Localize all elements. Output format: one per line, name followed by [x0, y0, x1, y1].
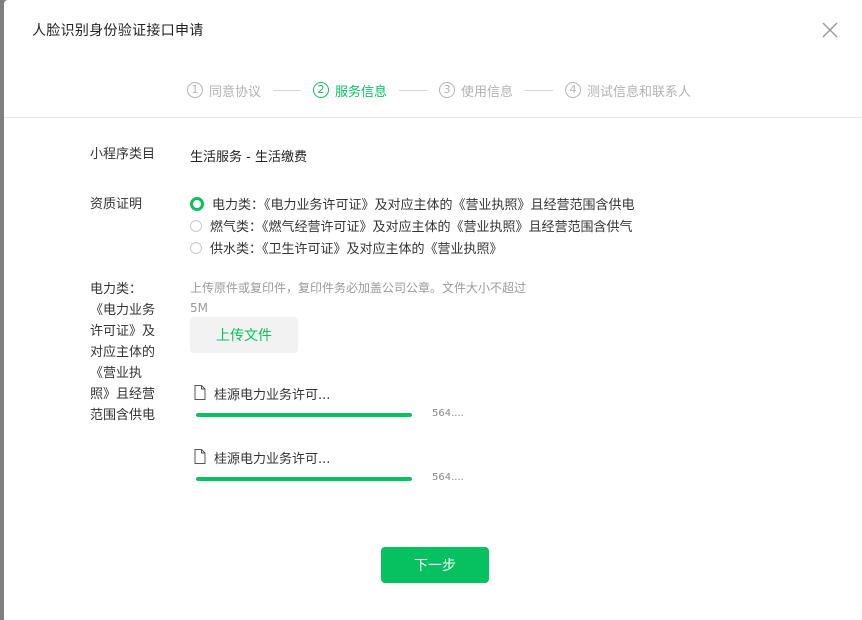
- step-number: 2: [313, 82, 330, 98]
- uploaded-file-item: 桂源电力业务许可... 564....: [190, 448, 490, 508]
- file-icon: [194, 385, 206, 400]
- step-label: 服务信息: [335, 84, 388, 100]
- category-value: 生活服务 - 生活缴费: [190, 150, 307, 165]
- step-connector: [399, 89, 428, 91]
- file-size: 564....: [432, 408, 464, 419]
- step-test-contact: 4 测试信息和联系人: [565, 81, 691, 100]
- upload-label-line: 《电力业务: [90, 303, 156, 318]
- upload-progress-fill: [196, 413, 412, 417]
- dialog: 人脸识别身份验证接口申请 1 同意协议 2 服务信息 3 使用信息 4 测试信息…: [4, 0, 862, 620]
- step-number: 1: [187, 82, 203, 98]
- step-number: 4: [565, 82, 582, 98]
- radio-label: 燃气类：《燃气经营许可证》及对应主体的《营业执照》且经营范围含供气: [210, 220, 633, 235]
- qualification-label: 资质证明: [90, 197, 143, 212]
- upload-label-line: 《营业执: [90, 366, 143, 381]
- close-icon: [822, 22, 838, 38]
- dialog-title: 人脸识别身份验证接口申请: [32, 23, 204, 39]
- step-label: 测试信息和联系人: [587, 84, 692, 100]
- upload-label-line: 电力类：: [90, 282, 143, 297]
- radio-option-electric[interactable]: 电力类：《电力业务许可证》及对应主体的《营业执照》且经营范围含供电: [190, 194, 635, 213]
- step-connector: [525, 89, 554, 91]
- upload-progress: [196, 413, 412, 417]
- close-button[interactable]: [820, 20, 840, 40]
- step-indicator: 1 同意协议 2 服务信息 3 使用信息 4 测试信息和联系人: [187, 80, 691, 100]
- step-agreement: 1 同意协议: [187, 81, 261, 100]
- uploaded-file-item: 桂源电力业务许可... 564....: [190, 384, 490, 444]
- header-divider: [4, 117, 862, 118]
- step-label: 使用信息: [461, 84, 514, 100]
- upload-label-line: 照》且经营: [90, 387, 156, 402]
- radio-icon[interactable]: [190, 241, 202, 254]
- upload-progress: [196, 477, 412, 481]
- upload-label: 电力类： 《电力业务 许可证》及 对应主体的 《营业执 照》且经营 范围含供电: [90, 279, 166, 426]
- upload-label-line: 许可证》及: [90, 324, 156, 339]
- file-name[interactable]: 桂源电力业务许可...: [214, 448, 330, 467]
- file-name[interactable]: 桂源电力业务许可...: [214, 384, 330, 403]
- file-size: 564....: [432, 472, 464, 483]
- radio-label: 电力类：《电力业务许可证》及对应主体的《营业执照》且经营范围含供电: [212, 198, 635, 213]
- upload-label-line: 对应主体的: [90, 345, 156, 360]
- step-service-info: 2 服务信息: [313, 81, 387, 100]
- upload-file-button[interactable]: 上传文件: [190, 317, 298, 353]
- step-label: 同意协议: [209, 84, 262, 100]
- file-icon: [194, 449, 206, 464]
- radio-option-water[interactable]: 供水类：《卫生许可证》及对应主体的《营业执照》: [190, 238, 503, 257]
- upload-label-line: 范围含供电: [90, 408, 156, 423]
- step-usage-info: 3 使用信息: [439, 81, 513, 100]
- radio-label: 供水类：《卫生许可证》及对应主体的《营业执照》: [210, 242, 503, 257]
- radio-icon[interactable]: [190, 219, 202, 232]
- step-number: 3: [439, 82, 456, 98]
- next-step-button[interactable]: 下一步: [381, 547, 489, 583]
- category-label: 小程序类目: [90, 147, 156, 162]
- upload-progress-fill: [196, 477, 412, 481]
- radio-icon[interactable]: [190, 196, 204, 211]
- upload-tip: 上传原件或复印件，复印件务必加盖公司公章。文件大小不超过5M: [190, 281, 527, 315]
- radio-option-gas[interactable]: 燃气类：《燃气经营许可证》及对应主体的《营业执照》且经营范围含供气: [190, 216, 633, 235]
- step-connector: [273, 89, 302, 91]
